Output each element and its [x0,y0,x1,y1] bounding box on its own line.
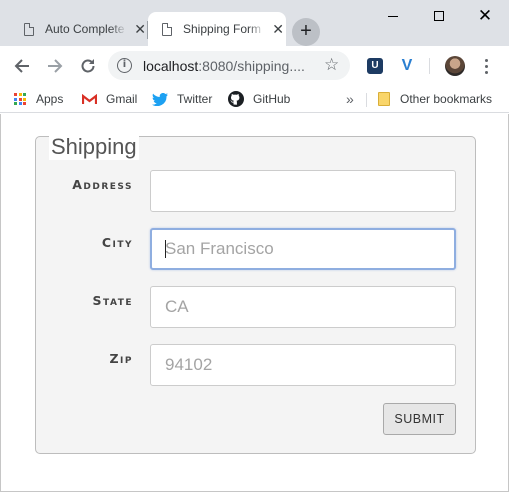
tab-auto-complete[interactable]: Auto Complete ✕ [10,12,148,46]
forward-button[interactable] [43,54,67,78]
zip-input[interactable] [150,344,456,386]
tab-title: Shipping Form [183,22,262,36]
bookmarks-bar: Apps Gmail Twitter GitHub » Other bookma… [0,85,509,113]
info-icon[interactable]: i [117,58,132,73]
state-input[interactable] [150,286,456,328]
bookmark-separator [366,93,367,107]
back-button[interactable] [10,54,34,78]
browser-toolbar: i localhost:8080/shipping.... ☆ U V [0,46,509,85]
fieldset-legend: Shipping [49,134,139,162]
profile-avatar[interactable] [445,56,465,76]
bookmark-twitter[interactable]: Twitter [152,90,212,108]
menu-dot [484,64,488,68]
document-icon [162,22,172,36]
address-label: Address [72,177,133,192]
city-input[interactable] [150,228,456,270]
city-label: City [101,235,133,250]
bookmark-apps[interactable]: Apps [14,90,63,108]
close-icon: ✕ [477,5,493,26]
bookmark-label: Other bookmarks [400,92,493,106]
text-caret [165,240,166,258]
maximize-icon [434,11,444,21]
page-content: Shipping Address City State Zip SUBMIT [0,114,509,492]
bookmark-github[interactable]: GitHub [228,90,290,108]
close-tab-icon[interactable]: ✕ [270,21,286,37]
menu-button[interactable] [478,56,494,76]
v-extension-icon[interactable]: V [399,58,415,74]
reload-button[interactable] [76,54,100,78]
more-bookmarks-chevron-icon[interactable]: » [346,90,354,108]
close-tab-icon[interactable]: ✕ [132,21,148,37]
folder-icon [378,92,390,106]
address-bar[interactable]: i localhost:8080/shipping.... ☆ [108,51,350,80]
url-host: localhost [143,58,199,74]
state-label: State [92,293,133,308]
toolbar-separator [429,58,430,74]
u-extension-icon[interactable]: U [367,58,383,74]
menu-dot [484,58,488,62]
tab-title: Auto Complete [45,22,125,36]
github-icon [228,91,244,107]
url-path: :8080/shipping.... [198,58,305,74]
browser-title-bar: Auto Complete ✕ Shipping Form ✕ + ✕ [0,0,509,46]
submit-button[interactable]: SUBMIT [383,403,456,435]
zip-label: Zip [109,351,133,366]
bookmark-label: GitHub [253,92,291,106]
bookmark-gmail[interactable]: Gmail [82,90,137,108]
twitter-icon [152,92,168,106]
close-window-button[interactable]: ✕ [462,0,508,32]
bookmark-label: Gmail [106,92,138,106]
arrow-right-icon [48,59,63,73]
document-icon [24,22,34,36]
apps-grid-icon [14,93,26,105]
bookmark-label: Twitter [177,92,213,106]
minimize-button[interactable] [370,0,416,32]
minimize-icon [388,15,398,17]
url-text[interactable]: localhost:8080/shipping.... [143,58,305,74]
address-input[interactable] [150,170,456,212]
arrow-left-icon [14,59,29,73]
bookmark-other[interactable]: Other bookmarks [378,90,492,108]
bookmark-star-icon[interactable]: ☆ [324,55,339,75]
gmail-icon [82,93,97,104]
maximize-button[interactable] [416,0,462,32]
tab-shipping-form[interactable]: Shipping Form ✕ [148,12,286,46]
menu-dot [484,70,488,74]
bookmark-label: Apps [36,92,64,106]
reload-icon [81,59,95,73]
new-tab-button[interactable]: + [292,18,320,46]
